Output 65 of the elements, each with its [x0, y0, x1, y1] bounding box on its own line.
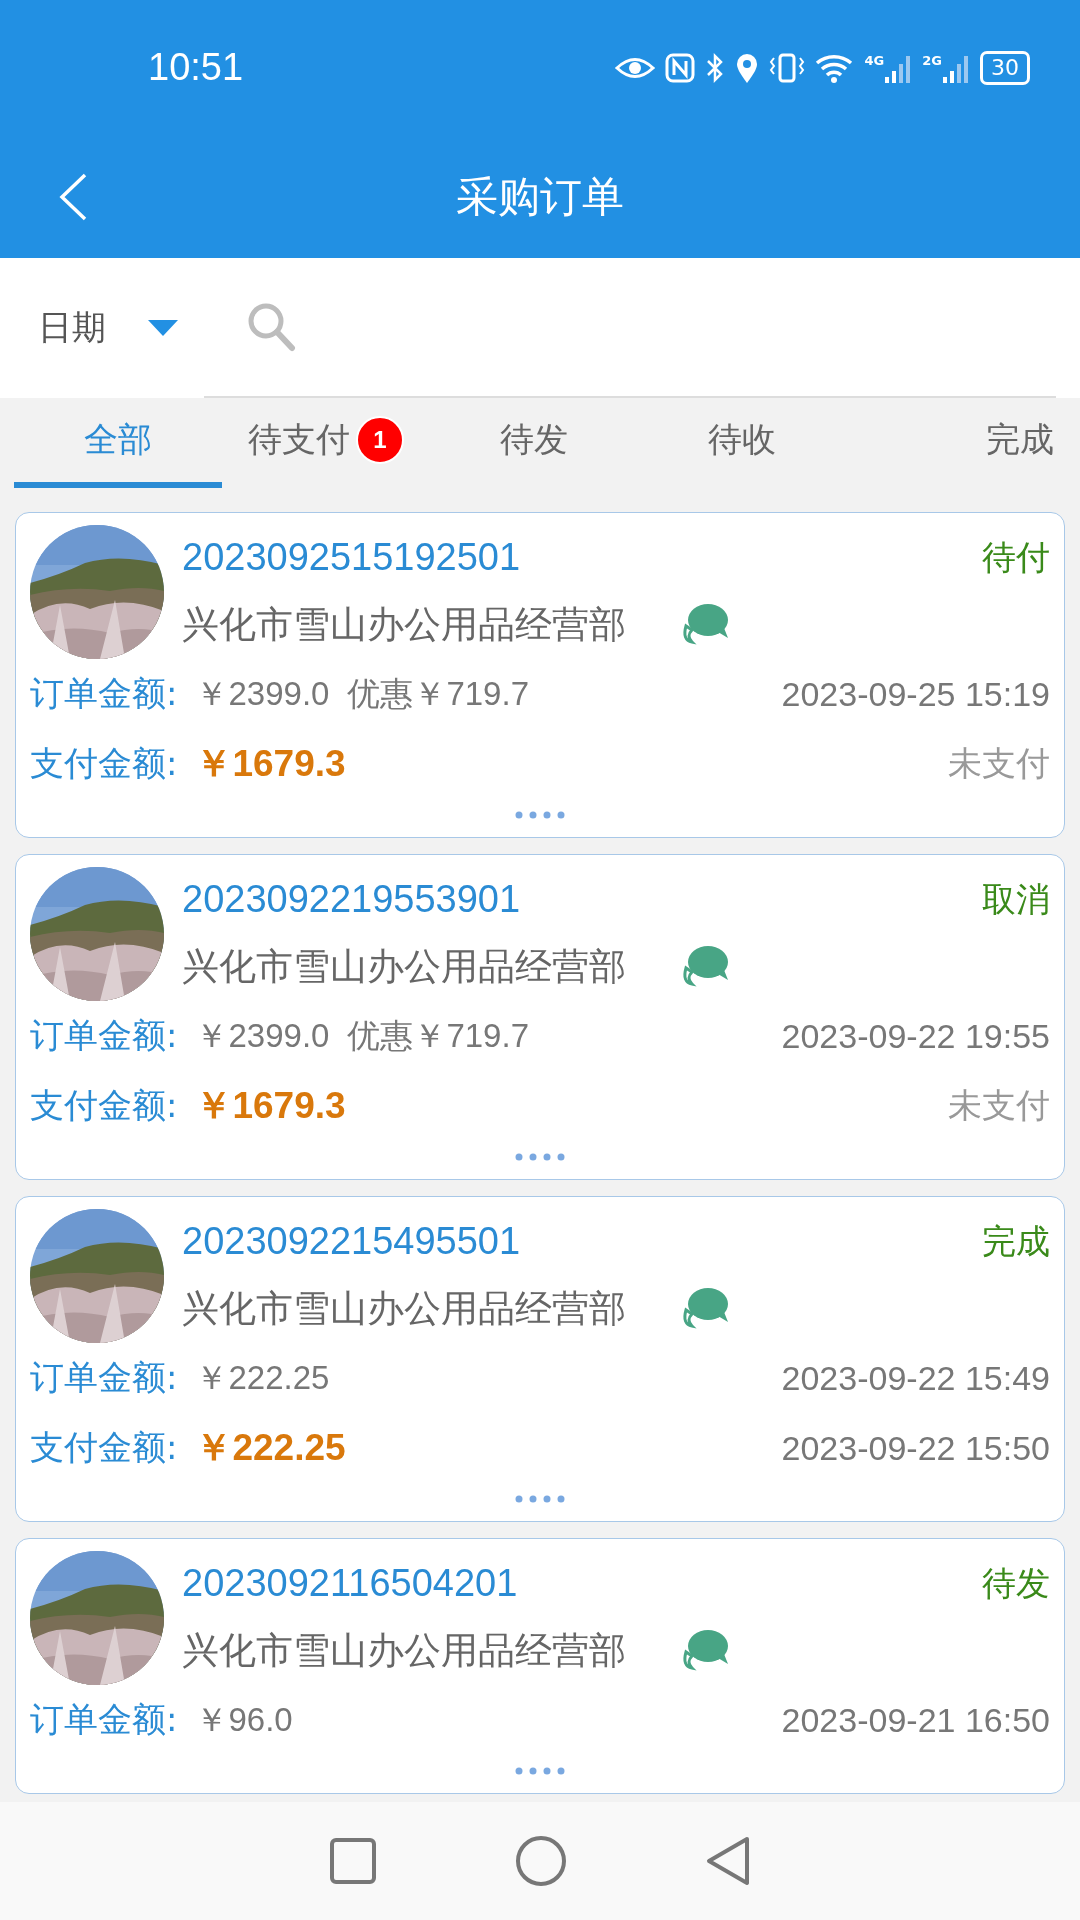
filter-tab[interactable]: 待支付 1 [222, 398, 430, 488]
filter-tab[interactable]: 待发 [430, 398, 638, 488]
shop-name: 兴化市雪山办公用品经营部 [182, 1627, 626, 1674]
pay-amount: ￥222.25 [195, 1426, 346, 1470]
pay-amount: ￥1679.3 [195, 1084, 346, 1128]
shop-name: 兴化市雪山办公用品经营部 [182, 601, 626, 648]
count-badge: 1 [356, 416, 404, 464]
order-card[interactable]: 2023092219553901 取消 兴化市雪山办公用品经营部 订单金额: ￥2399.0 优惠￥719.7 2023-09-22 19:55 支付金额: ￥1679.3 未支付 [15, 854, 1065, 1180]
order-amount: ￥96.0 [195, 1699, 293, 1740]
order-amount: ￥2399.0 [195, 673, 330, 714]
order-number: 2023092515192501 [182, 536, 521, 579]
order-status: 待付 [982, 535, 1050, 579]
order-number: 2023092215495501 [182, 1220, 521, 1263]
discount-amount: 优惠￥719.7 [347, 673, 529, 714]
shop-name: 兴化市雪山办公用品经营部 [182, 943, 626, 990]
back-icon[interactable] [58, 172, 88, 221]
pay-amount-label: 支付金额: [30, 1084, 178, 1127]
payment-status: 未支付 [948, 1085, 1050, 1126]
payment-status: 未支付 [948, 743, 1050, 784]
more-dots-icon[interactable] [515, 811, 565, 819]
pay-amount: ￥1679.3 [195, 742, 346, 786]
search-icon [246, 301, 296, 353]
pay-amount-label: 支付金额: [30, 1426, 178, 1469]
home-icon[interactable] [515, 1835, 567, 1887]
order-card[interactable]: 2023092215495501 完成 兴化市雪山办公用品经营部 订单金额: ￥222.25 2023-09-22 15:49 支付金额: ￥222.25 2023-09-22 15:50 [15, 1196, 1065, 1522]
order-card[interactable]: 2023092515192501 待付 兴化市雪山办公用品经营部 订单金额: ￥2399.0 优惠￥719.7 2023-09-25 15:19 支付金额: ￥1679.3 未支付 [15, 512, 1065, 838]
location-icon [734, 51, 759, 84]
filter-tab[interactable]: 全部 [14, 398, 222, 488]
recents-icon[interactable] [329, 1837, 377, 1885]
back-icon[interactable] [705, 1835, 751, 1887]
caret-icon [148, 320, 178, 336]
pay-amount-label: 支付金额: [30, 742, 178, 785]
bluetooth-icon [704, 51, 725, 84]
more-dots-icon[interactable] [515, 1153, 565, 1161]
filter-tab[interactable]: 待收 [638, 398, 846, 488]
battery-indicator: 30 [980, 50, 1030, 85]
date-dropdown[interactable]: 日期 [0, 305, 204, 351]
status-time: 10:51 [148, 46, 244, 89]
discount-amount: 优惠￥719.7 [347, 1015, 529, 1056]
order-status: 完成 [982, 1219, 1050, 1263]
filter-tab[interactable]: 完成 [846, 398, 1066, 488]
order-time: 2023-09-21 16:50 [781, 1700, 1050, 1740]
order-amount: ￥2399.0 [195, 1015, 330, 1056]
vibrate-icon [768, 51, 805, 84]
more-dots-icon[interactable] [515, 1767, 565, 1775]
order-number: 2023092116504201 [182, 1562, 518, 1605]
order-number: 2023092219553901 [182, 878, 521, 921]
page-title: 采购订单 [455, 170, 625, 223]
order-amount-label: 订单金额: [30, 672, 178, 715]
order-status: 取消 [982, 877, 1050, 921]
order-amount-label: 订单金额: [30, 1014, 178, 1057]
more-dots-icon[interactable] [515, 1495, 565, 1503]
network-type: 4G [864, 52, 885, 68]
order-card[interactable]: 2023092116504201 待发 兴化市雪山办公用品经营部 订单金额: ￥96.0 2023-09-21 16:50 [15, 1538, 1065, 1794]
order-time: 2023-09-25 15:19 [781, 674, 1050, 714]
shop-name: 兴化市雪山办公用品经营部 [182, 1285, 626, 1332]
nfc-icon [664, 52, 695, 83]
order-amount: ￥222.25 [195, 1357, 330, 1398]
order-amount-label: 订单金额: [30, 1356, 178, 1399]
order-time: 2023-09-22 19:55 [781, 1016, 1050, 1056]
order-time: 2023-09-22 15:49 [781, 1358, 1050, 1398]
order-status: 待发 [982, 1561, 1050, 1605]
pay-time: 2023-09-22 15:50 [781, 1428, 1050, 1468]
order-amount-label: 订单金额: [30, 1698, 178, 1741]
network-type: 2G [922, 52, 942, 68]
